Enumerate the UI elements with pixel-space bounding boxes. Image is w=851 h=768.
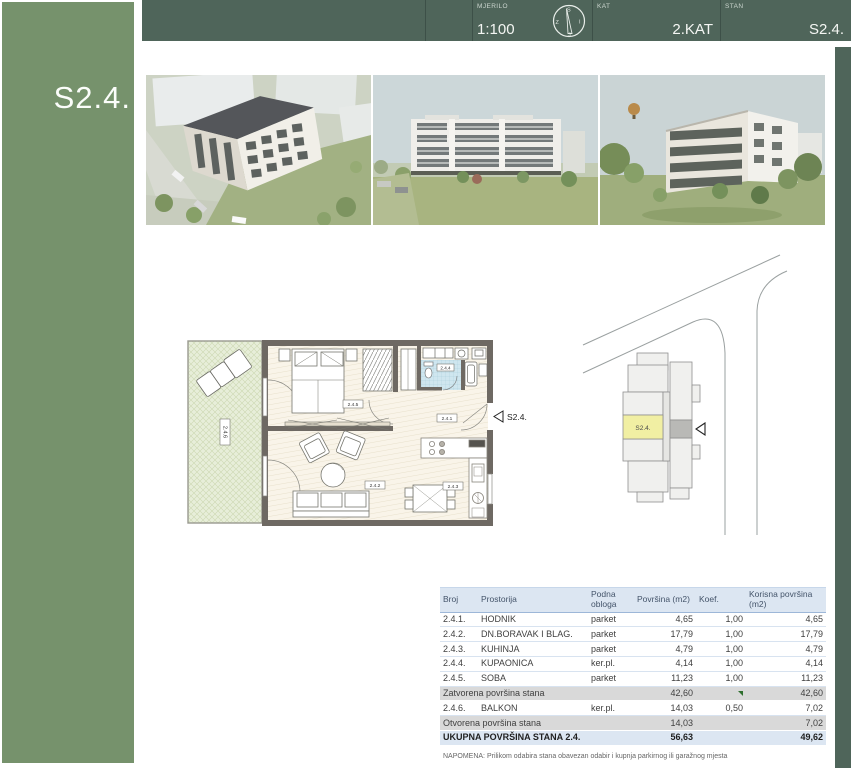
col-obloga: Podna obloga (588, 588, 634, 613)
site-entrance-arrow (696, 423, 705, 435)
hot-air-balloon (628, 103, 640, 115)
entrance-marker: S2.4. (494, 411, 527, 422)
col-povrsina: Površina (m2) (634, 588, 696, 613)
table-header-row: Broj Prostorija Podna obloga Površina (m… (440, 588, 826, 613)
balcony-label: 2.4.6 (222, 426, 228, 438)
building-photo-aerial (146, 75, 371, 225)
title-bar: MJERILO 1:100 S I J Z KAT 2.KAT STAN S2.… (142, 0, 851, 41)
table-row: 2.4.3. KUHINJA parket 4,79 1,00 4,79 (440, 642, 826, 657)
area-table: Broj Prostorija Podna obloga Površina (m… (440, 587, 826, 745)
total-row: UKUPNA POVRŠINA STANA 2.4. 56,63 49,62 (440, 730, 826, 744)
kitchen-label: 2.4.3 (448, 484, 459, 490)
table-row: 2.4.5. SOBA parket 11,23 1,00 11,23 (440, 671, 826, 686)
bedroom-label: 2.4.5 (348, 402, 359, 408)
hallway-label: 2.4.1 (442, 416, 453, 422)
apartment-datasheet-page: S2.4. MJERILO 1:100 S I J Z KAT 2.KAT ST… (0, 0, 851, 768)
kat-value: 2.KAT (672, 21, 713, 38)
sidebar-unit-label: S2.4. (54, 80, 131, 116)
svg-text:I: I (579, 20, 581, 26)
table-row: 2.4.1. HODNIK parket 4,65 1,00 4,65 (440, 612, 826, 627)
site-plan-drawing: S2.4. (575, 245, 835, 540)
col-korisna: Korisna površina (m2) (746, 588, 826, 613)
perspective-render-illustration (600, 75, 825, 225)
sidebar-unit-panel: S2.4. (2, 2, 134, 763)
aerial-render-illustration (146, 75, 371, 225)
stan-label: STAN (725, 3, 743, 10)
floor-plan-drawing: 2.4.6 2.4.4 (185, 328, 530, 546)
site-unit-label: S2.4. (635, 425, 650, 432)
closed-area-summary-row: Zatvorena površina stana 42,60 42,60 (440, 686, 826, 701)
table-row: 2.4.2. DN.BORAVAK I BLAG. parket 17,79 1… (440, 627, 826, 642)
balcony-area: 2.4.6 (188, 341, 262, 523)
mjerilo-label: MJERILO (477, 3, 508, 10)
bathroom-area: 2.4.4 (421, 360, 461, 390)
right-edge-strip (835, 47, 851, 768)
svg-text:Z: Z (556, 20, 560, 26)
stan-value: S2.4. (809, 21, 844, 38)
table-row-balkon: 2.4.6. BALKON ker.pl. 14,03 0,50 7,02 (440, 701, 826, 716)
building-photo-elevation (373, 75, 598, 225)
living-label: 2.4.2 (370, 483, 381, 489)
building-photo-perspective (600, 75, 825, 225)
col-prostorija: Prostorija (478, 588, 588, 613)
entrance-label: S2.4. (507, 412, 527, 422)
table-row: 2.4.4. KUPAONICA ker.pl. 4,14 1,00 4,14 (440, 656, 826, 671)
open-area-summary-row: Otvorena površina stana 14,03 7,02 (440, 716, 826, 731)
stan-cell: STAN S2.4. (720, 0, 851, 41)
entrance-corridor (670, 420, 692, 438)
col-broj: Broj (440, 588, 478, 613)
elevation-render-illustration (373, 75, 598, 225)
compass-icon: S I J Z (550, 3, 588, 41)
comment-flag-icon (738, 691, 743, 696)
napomena-note: NAPOMENA: Prilikom odabira stana obaveza… (443, 753, 727, 760)
mjerilo-value: 1:100 (477, 21, 515, 38)
main-building (411, 115, 561, 175)
kat-cell: KAT 2.KAT (592, 0, 720, 41)
svg-text:J: J (568, 33, 571, 39)
titlebar-divider (425, 0, 426, 41)
kat-label: KAT (597, 3, 610, 10)
bathroom-label: 2.4.4 (440, 366, 451, 371)
svg-text:S: S (567, 8, 571, 14)
col-koef: Koef. (696, 588, 746, 613)
